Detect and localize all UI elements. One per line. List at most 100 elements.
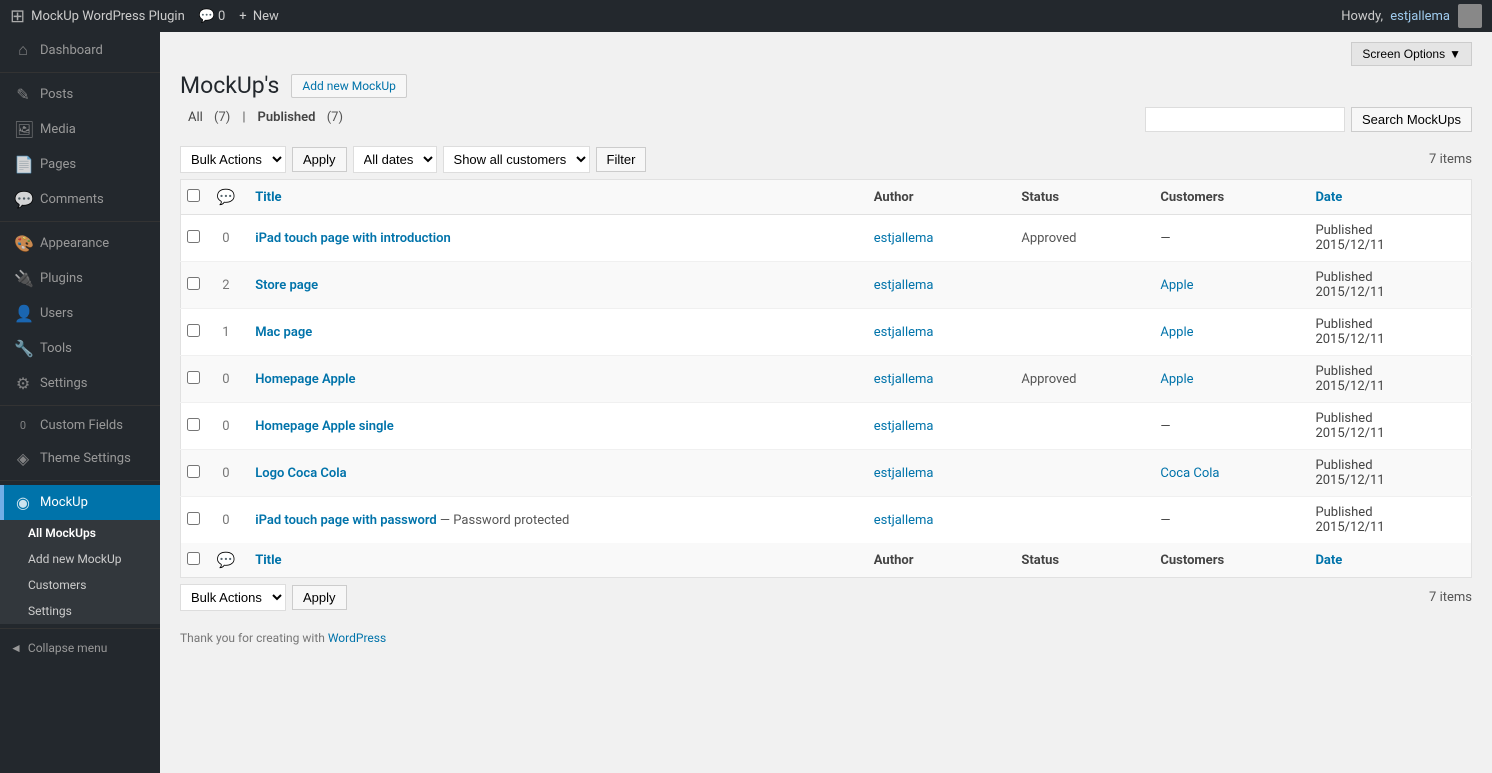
row-date-label: Published [1315, 505, 1461, 520]
apply-bulk-bottom-btn[interactable]: Apply [292, 585, 347, 610]
collapse-icon: ◄ [10, 641, 22, 655]
filter-btn[interactable]: Filter [596, 147, 647, 172]
row-title-link[interactable]: iPad touch page with introduction [255, 231, 451, 246]
row-author-link[interactable]: estjallema [874, 466, 934, 481]
collapse-menu-btn[interactable]: ◄ Collapse menu [0, 633, 160, 663]
date-col-th: Date [1305, 180, 1471, 215]
row-customer-link[interactable]: Apple [1160, 325, 1193, 340]
select-all-checkbox[interactable] [187, 189, 200, 202]
row-checkbox[interactable] [187, 324, 200, 337]
row-comment-count: 0 [207, 356, 246, 403]
submenu-item-customers[interactable]: Customers [0, 572, 160, 598]
sidebar-item-plugins[interactable]: 🔌 Plugins [0, 261, 160, 296]
customers-footer-th: Customers [1150, 543, 1305, 578]
sidebar-item-tools[interactable]: 🔧 Tools [0, 331, 160, 366]
sidebar-divider-5 [0, 628, 160, 629]
row-date-label: Published [1315, 223, 1461, 238]
sidebar-item-theme-settings[interactable]: ◈ Theme Settings [0, 441, 160, 476]
row-checkbox[interactable] [187, 465, 200, 478]
sidebar-item-appearance[interactable]: 🎨 Appearance [0, 226, 160, 261]
items-count-bottom: 7 items [1429, 590, 1472, 605]
plugins-icon: 🔌 [14, 269, 32, 288]
bulk-actions-select-top[interactable]: Bulk Actions [180, 146, 286, 173]
row-author-link[interactable]: estjallema [874, 372, 934, 387]
submenu-item-settings[interactable]: Settings [0, 598, 160, 624]
sidebar-item-pages[interactable]: 📄 Pages [0, 147, 160, 182]
title-col-th: Title [245, 180, 864, 215]
sidebar-item-settings[interactable]: ⚙ Settings [0, 366, 160, 401]
row-title-td: Store page [245, 262, 864, 309]
search-input[interactable] [1145, 107, 1345, 132]
row-checkbox[interactable] [187, 230, 200, 243]
screen-options-btn[interactable]: Screen Options ▼ [1351, 42, 1472, 66]
comment-col-th: 💬 [207, 180, 246, 215]
row-checkbox[interactable] [187, 418, 200, 431]
title-footer-sort-link[interactable]: Title [255, 553, 281, 568]
row-title-link[interactable]: Store page [255, 278, 318, 293]
row-author-link[interactable]: estjallema [874, 278, 934, 293]
plus-icon: + [239, 9, 246, 24]
comments-icon[interactable]: 💬 [199, 9, 215, 24]
table-header-row: 💬 Title Author Status Customers [181, 180, 1472, 215]
row-checkbox[interactable] [187, 512, 200, 525]
add-new-mockup-btn[interactable]: Add new MockUp [291, 74, 407, 98]
sidebar-item-posts[interactable]: ✎ Posts [0, 77, 160, 112]
customer-filter-select[interactable]: Show all customers [443, 146, 590, 173]
row-author-link[interactable]: estjallema [874, 325, 934, 340]
row-customer-link[interactable]: Apple [1160, 372, 1193, 387]
subsubsub-separator: | [242, 110, 245, 125]
sidebar-item-dashboard[interactable]: ⌂ Dashboard [0, 32, 160, 68]
sidebar-item-custom-fields[interactable]: 0 Custom Fields [0, 410, 160, 441]
row-author-link[interactable]: estjallema [874, 231, 934, 246]
tablenav-top: Bulk Actions Apply All dates Show all cu… [180, 146, 1472, 173]
row-title-link[interactable]: Mac page [255, 325, 312, 340]
submenu-item-all-mockups[interactable]: All MockUps [0, 520, 160, 546]
row-title-link[interactable]: Homepage Apple single [255, 419, 394, 434]
row-title-suffix: — Password protected [437, 513, 570, 528]
wordpress-link[interactable]: WordPress [328, 631, 386, 645]
row-customers-td: — [1150, 215, 1305, 262]
users-icon: 👤 [14, 304, 32, 323]
row-customers-td: — [1150, 403, 1305, 450]
row-author-link[interactable]: estjallema [874, 419, 934, 434]
sidebar-item-comments[interactable]: 💬 Comments [0, 182, 160, 217]
filter-all[interactable]: All (7) [184, 110, 234, 125]
row-customer-link[interactable]: Coca Cola [1160, 466, 1219, 481]
select-all-th [181, 180, 207, 215]
submenu-item-add-new[interactable]: Add new MockUp [0, 546, 160, 572]
site-name[interactable]: MockUp WordPress Plugin [31, 9, 185, 24]
row-author-link[interactable]: estjallema [874, 513, 934, 528]
row-comment-count: 0 [207, 403, 246, 450]
filter-published[interactable]: Published (7) [254, 110, 347, 125]
bulk-actions-select-bottom[interactable]: Bulk Actions [180, 584, 286, 611]
row-date-label: Published [1315, 364, 1461, 379]
sidebar-item-users[interactable]: 👤 Users [0, 296, 160, 331]
new-item-btn[interactable]: + New [239, 9, 279, 24]
sidebar-item-label: Custom Fields [40, 418, 123, 433]
row-title-link[interactable]: iPad touch page with password [255, 513, 437, 528]
row-date-td: Published2015/12/11 [1305, 262, 1471, 309]
row-comment-count: 2 [207, 262, 246, 309]
row-date-label: Published [1315, 317, 1461, 332]
date-sort-link[interactable]: Date [1315, 190, 1342, 205]
date-footer-sort-link[interactable]: Date [1315, 553, 1342, 568]
avatar [1458, 4, 1482, 28]
comments-icon: 💬 [14, 190, 32, 209]
row-title-td: Logo Coca Cola [245, 450, 864, 497]
row-checkbox[interactable] [187, 371, 200, 384]
select-all-footer-checkbox[interactable] [187, 552, 200, 565]
table-row: 0Homepage Apple singleestjallema—Publish… [181, 403, 1472, 450]
row-checkbox[interactable] [187, 277, 200, 290]
row-title-link[interactable]: Logo Coca Cola [255, 466, 346, 481]
row-status-td: Approved [1011, 356, 1150, 403]
row-author-td: estjallema [864, 309, 1012, 356]
row-customer-link[interactable]: Apple [1160, 278, 1193, 293]
search-mockups-btn[interactable]: Search MockUps [1351, 107, 1472, 132]
apply-bulk-top-btn[interactable]: Apply [292, 147, 347, 172]
date-filter-select[interactable]: All dates [353, 146, 437, 173]
sidebar-item-media[interactable]: 🖼 Media [0, 112, 160, 147]
row-title-link[interactable]: Homepage Apple [255, 372, 355, 387]
title-sort-link[interactable]: Title [255, 190, 281, 205]
sidebar-item-mockup[interactable]: ◉ MockUp [0, 485, 160, 520]
sidebar-item-label: Plugins [40, 271, 83, 286]
